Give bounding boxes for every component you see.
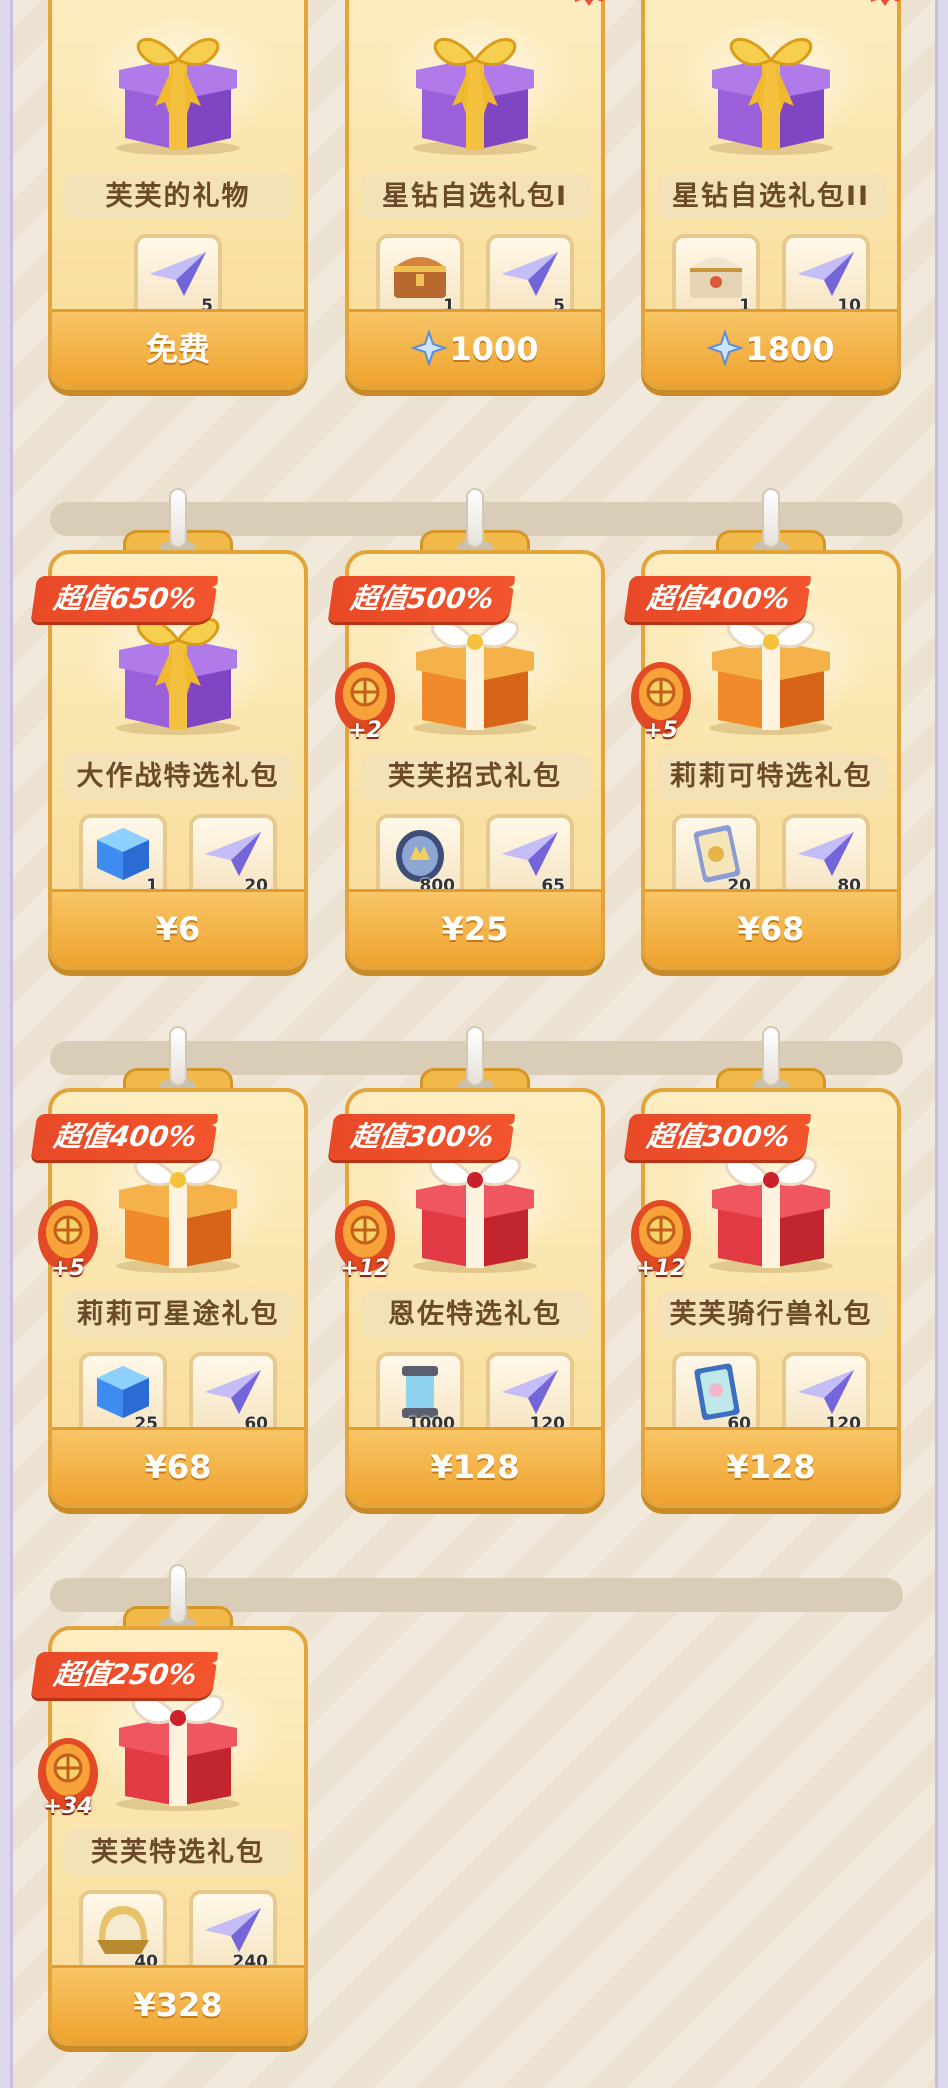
price-label: 免费: [145, 330, 210, 368]
buy-button[interactable]: 1000: [349, 309, 601, 386]
pack-name: 芙芙的礼物: [64, 174, 292, 220]
buy-button[interactable]: ¥128: [645, 1427, 897, 1504]
value-tag: 超值250%: [30, 1652, 218, 1698]
bonus-count: +2: [348, 718, 382, 743]
gift-box-icon: [400, 606, 550, 736]
value-tag: 超值400%: [623, 576, 811, 622]
gift-box-icon: [696, 606, 846, 736]
price-label: ¥128: [430, 1448, 520, 1486]
bonus-token: +34: [34, 1736, 102, 1832]
gift-pack-card[interactable]: 恩佐特选礼包 1000 120 ¥128 超值300% +12: [327, 1068, 605, 1508]
pack-name: 星钻自选礼包II: [657, 174, 885, 220]
hanger-hook: [466, 1026, 484, 1086]
hanger-hook: [762, 488, 780, 548]
gift-box-icon: [696, 26, 846, 156]
pack-name: 大作战特选礼包: [64, 754, 292, 800]
bonus-count: +12: [340, 1256, 390, 1281]
gift-box-icon: [400, 26, 550, 156]
price-label: 1800: [745, 330, 835, 368]
gift-box-icon: [103, 1144, 253, 1274]
price-label: ¥6: [155, 910, 201, 948]
hot-badge-label: 热: [563, 0, 615, 8]
card-body: 星钻自选礼包II 1 10 1800: [641, 0, 901, 390]
bonus-count: +5: [51, 1256, 85, 1281]
price-label: ¥328: [133, 1986, 223, 2024]
right-frame: [935, 0, 948, 2088]
price-label: ¥25: [441, 910, 509, 948]
bonus-token: +12: [331, 1198, 399, 1294]
gift-box-icon: [400, 1144, 550, 1274]
value-tag: 超值650%: [30, 576, 218, 622]
buy-button[interactable]: 1800: [645, 309, 897, 386]
pack-name: 芙芙招式礼包: [361, 754, 589, 800]
hot-badge-label: 热: [859, 0, 911, 8]
card-body: 芙芙的礼物 5 免费: [48, 0, 308, 390]
gift-pack-card[interactable]: 芙芙的礼物 5 免费: [48, 0, 308, 390]
bonus-count: +12: [636, 1256, 686, 1281]
gift-pack-card[interactable]: 莉莉可特选礼包 20 80 ¥68 超值400% +5: [623, 530, 901, 970]
value-tag: 超值500%: [327, 576, 515, 622]
star-diamond-icon: [707, 330, 745, 368]
gift-pack-card[interactable]: 芙芙特选礼包 40 240 ¥328 超值250% +34: [30, 1606, 308, 2046]
buy-button[interactable]: ¥128: [349, 1427, 601, 1504]
pack-name: 芙芙骑行兽礼包: [657, 1292, 885, 1338]
bonus-token: +5: [627, 660, 695, 756]
pack-name: 莉莉可星途礼包: [64, 1292, 292, 1338]
gift-box-icon: [696, 1144, 846, 1274]
buy-button[interactable]: ¥6: [52, 889, 304, 966]
card-body: 星钻自选礼包I 1 5 1000: [345, 0, 605, 390]
pack-name: 恩佐特选礼包: [361, 1292, 589, 1338]
gift-pack-card[interactable]: 芙芙招式礼包 800 65 ¥25 超值500% +2: [327, 530, 605, 970]
pack-name: 芙芙特选礼包: [64, 1830, 292, 1876]
left-frame: [0, 0, 13, 2088]
value-tag: 超值400%: [30, 1114, 218, 1160]
gift-box-icon: [103, 606, 253, 736]
value-tag: 超值300%: [623, 1114, 811, 1160]
price-label: 1000: [449, 330, 539, 368]
hanger-hook: [169, 1564, 187, 1624]
star-diamond-icon: [411, 330, 449, 368]
hanger-hook: [169, 1026, 187, 1086]
price-label: ¥68: [144, 1448, 212, 1486]
price-label: ¥68: [737, 910, 805, 948]
gift-box-icon: [103, 26, 253, 156]
hot-badge: 热: [859, 0, 911, 8]
buy-button[interactable]: ¥68: [645, 889, 897, 966]
bonus-token: +2: [331, 660, 399, 756]
gift-pack-card[interactable]: 大作战特选礼包 1 20 ¥6 超值650%: [30, 530, 308, 970]
pack-name: 莉莉可特选礼包: [657, 754, 885, 800]
gift-pack-card[interactable]: 星钻自选礼包II 1 10 1800 热: [641, 0, 901, 390]
bonus-token: +5: [34, 1198, 102, 1294]
bonus-count: +5: [644, 718, 678, 743]
pack-name: 星钻自选礼包I: [361, 174, 589, 220]
buy-button[interactable]: 免费: [52, 309, 304, 386]
buy-button[interactable]: ¥328: [52, 1965, 304, 2042]
gift-pack-card[interactable]: 芙芙骑行兽礼包 60 120 ¥128 超值300% +12: [623, 1068, 901, 1508]
buy-button[interactable]: ¥25: [349, 889, 601, 966]
bonus-count: +34: [43, 1794, 93, 1819]
bonus-token: +12: [627, 1198, 695, 1294]
hanger-hook: [169, 488, 187, 548]
gift-box-icon: [103, 1682, 253, 1812]
hot-badge: 热: [563, 0, 615, 8]
hanger-hook: [466, 488, 484, 548]
value-tag: 超值300%: [327, 1114, 515, 1160]
gift-pack-card[interactable]: 莉莉可星途礼包 25 60 ¥68 超值400% +5: [30, 1068, 308, 1508]
buy-button[interactable]: ¥68: [52, 1427, 304, 1504]
hanger-hook: [762, 1026, 780, 1086]
gift-pack-card[interactable]: 星钻自选礼包I 1 5 1000 热: [345, 0, 605, 390]
price-label: ¥128: [726, 1448, 816, 1486]
